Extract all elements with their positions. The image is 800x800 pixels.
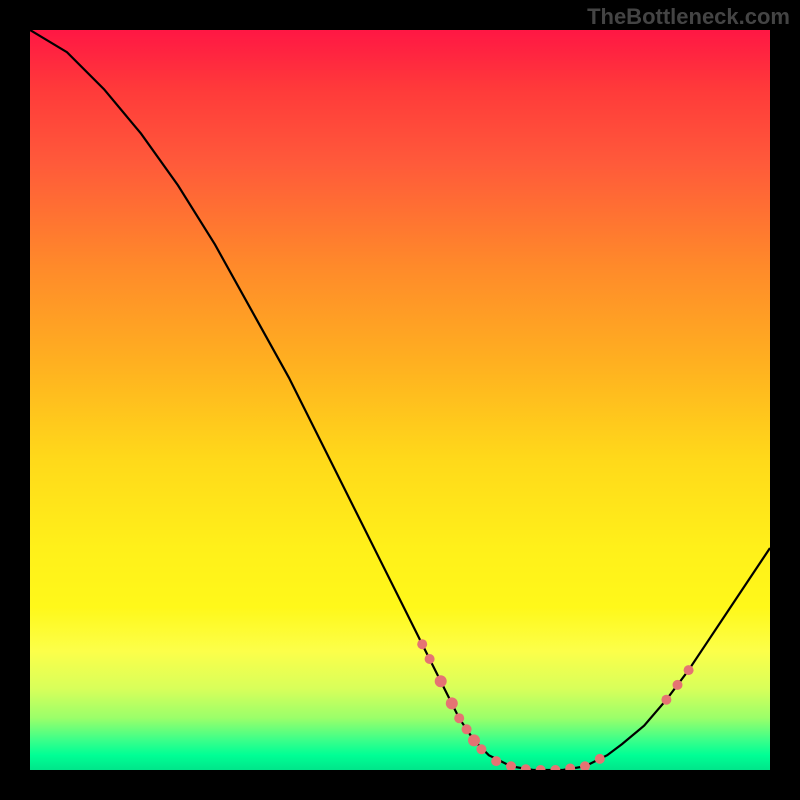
data-marker xyxy=(446,697,458,709)
data-marker xyxy=(521,764,531,770)
data-marker xyxy=(661,695,671,705)
data-marker xyxy=(595,754,605,764)
data-marker xyxy=(417,639,427,649)
chart-svg xyxy=(30,30,770,770)
data-marker xyxy=(462,724,472,734)
plot-area xyxy=(30,30,770,770)
data-marker xyxy=(684,665,694,675)
data-marker xyxy=(580,761,590,770)
data-marker xyxy=(550,765,560,770)
data-marker xyxy=(454,713,464,723)
bottleneck-curve xyxy=(30,30,770,770)
data-marker xyxy=(491,756,501,766)
data-marker xyxy=(536,765,546,770)
data-marker xyxy=(425,654,435,664)
data-marker xyxy=(468,734,480,746)
data-markers xyxy=(417,639,693,770)
data-marker xyxy=(673,680,683,690)
data-marker xyxy=(476,744,486,754)
data-marker xyxy=(506,761,516,770)
data-marker xyxy=(435,675,447,687)
watermark-text: TheBottleneck.com xyxy=(587,4,790,30)
data-marker xyxy=(565,764,575,770)
